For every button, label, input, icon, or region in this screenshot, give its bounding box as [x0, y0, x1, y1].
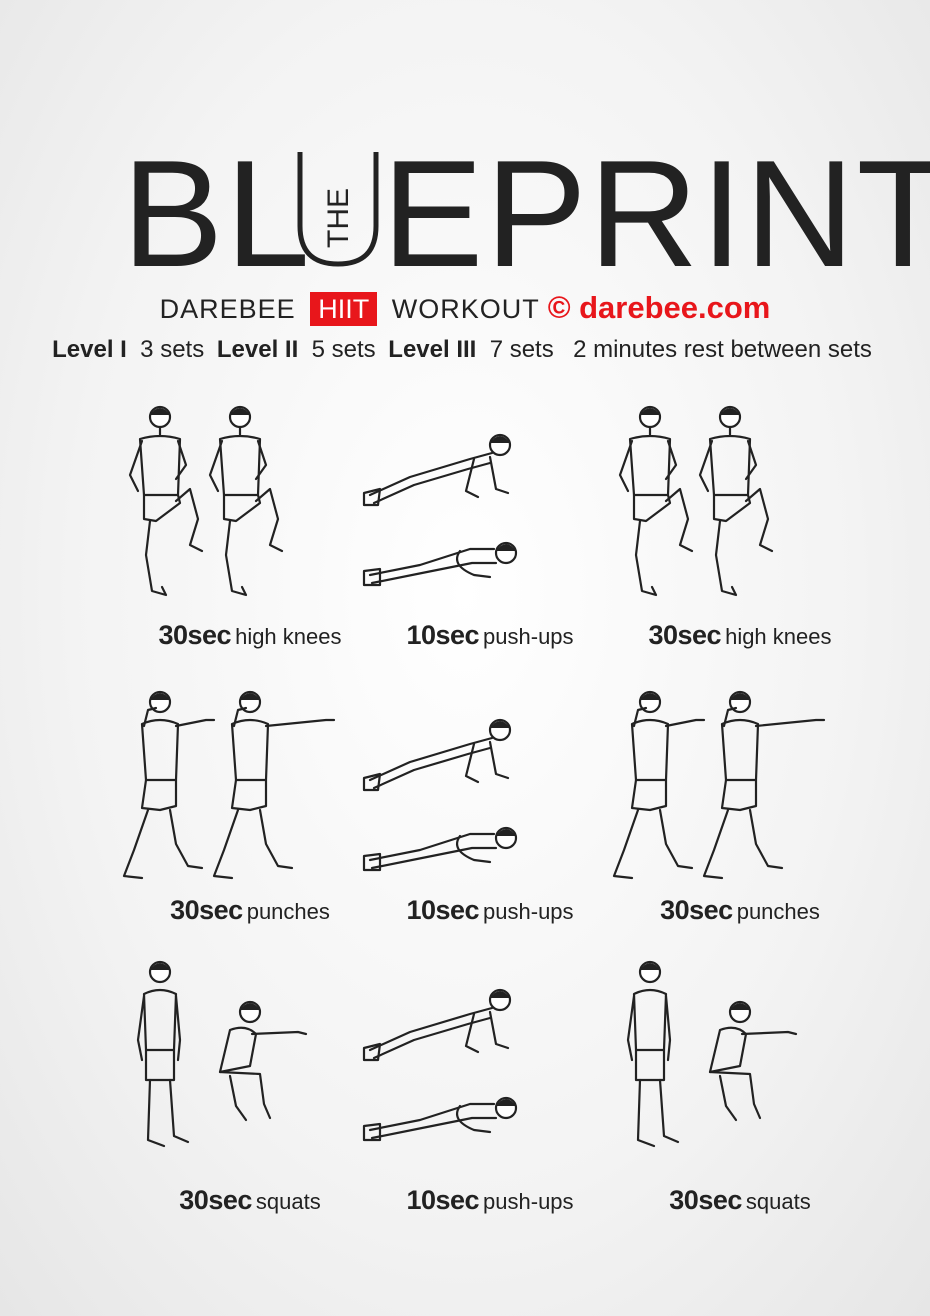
hiit-badge: HIIT	[310, 292, 378, 326]
exercise-duration: 30sec	[158, 620, 232, 650]
punches-figure	[110, 680, 390, 890]
exercise-name: push-ups	[483, 1189, 574, 1214]
push-ups-figure	[350, 680, 630, 890]
exercise-duration: 10sec	[406, 895, 480, 925]
exercise-caption: 30sec squats	[110, 1185, 390, 1216]
exercise-name: squats	[255, 1189, 321, 1214]
exercise-duration: 30sec	[660, 895, 733, 925]
brand-name: DAREBEE	[159, 294, 296, 324]
site-link[interactable]: darebee.com	[579, 290, 770, 325]
exercise-name: punches	[736, 899, 820, 924]
copyright-symbol: ©	[547, 290, 571, 325]
exercise-caption: 30sec high knees	[600, 620, 880, 651]
level-2-value: 5 sets	[311, 336, 376, 363]
exercise-caption: 10sec push-ups	[350, 1185, 630, 1216]
exercise-name: squats	[745, 1189, 811, 1214]
high-knees-figure	[600, 395, 880, 605]
push-ups-figure	[350, 950, 630, 1160]
workout-label: WORKOUT	[391, 294, 540, 324]
title-right: EPRINT	[382, 140, 930, 280]
exercise-name: push-ups	[483, 624, 574, 649]
title-left: BL	[122, 140, 312, 280]
levels-line: Level I 3 sets Level II 5 sets Level III…	[0, 336, 930, 364]
exercise-caption: 30sec punches	[600, 895, 880, 926]
high-knees-figure	[110, 395, 390, 605]
level-1-value: 3 sets	[140, 336, 205, 363]
exercise-name: high knees	[235, 624, 342, 649]
punches-figure	[600, 680, 880, 890]
exercise-duration: 30sec	[179, 1185, 252, 1215]
level-3-value: 7 sets	[489, 336, 554, 363]
exercise-name: punches	[246, 899, 330, 924]
exercise-name: push-ups	[483, 899, 574, 924]
exercise-caption: 10sec push-ups	[350, 895, 630, 926]
level-1-label: Level I	[52, 336, 127, 363]
level-3-label: Level III	[388, 336, 477, 363]
title-the: THE	[322, 188, 355, 248]
exercise-caption: 30sec high knees	[110, 620, 390, 651]
squats-figure	[600, 950, 880, 1160]
exercise-duration: 30sec	[170, 895, 243, 925]
exercise-duration: 30sec	[648, 620, 722, 650]
push-ups-figure	[350, 395, 630, 605]
squats-figure	[110, 950, 390, 1160]
subtitle-line: DAREBEE HIIT WORKOUT © darebee.com	[0, 290, 930, 326]
exercise-caption: 30sec squats	[600, 1185, 880, 1216]
exercise-name: high knees	[725, 624, 832, 649]
exercise-duration: 30sec	[669, 1185, 742, 1215]
exercise-duration: 10sec	[406, 620, 480, 650]
workout-title: BL EPRINT THE	[0, 140, 930, 280]
title-lettering: BL EPRINT THE	[122, 140, 930, 280]
exercise-caption: 30sec punches	[110, 895, 390, 926]
level-2-label: Level II	[216, 336, 299, 363]
exercise-caption: 10sec push-ups	[350, 620, 630, 651]
rest-note: 2 minutes rest between sets	[573, 336, 872, 363]
exercise-duration: 10sec	[406, 1185, 480, 1215]
